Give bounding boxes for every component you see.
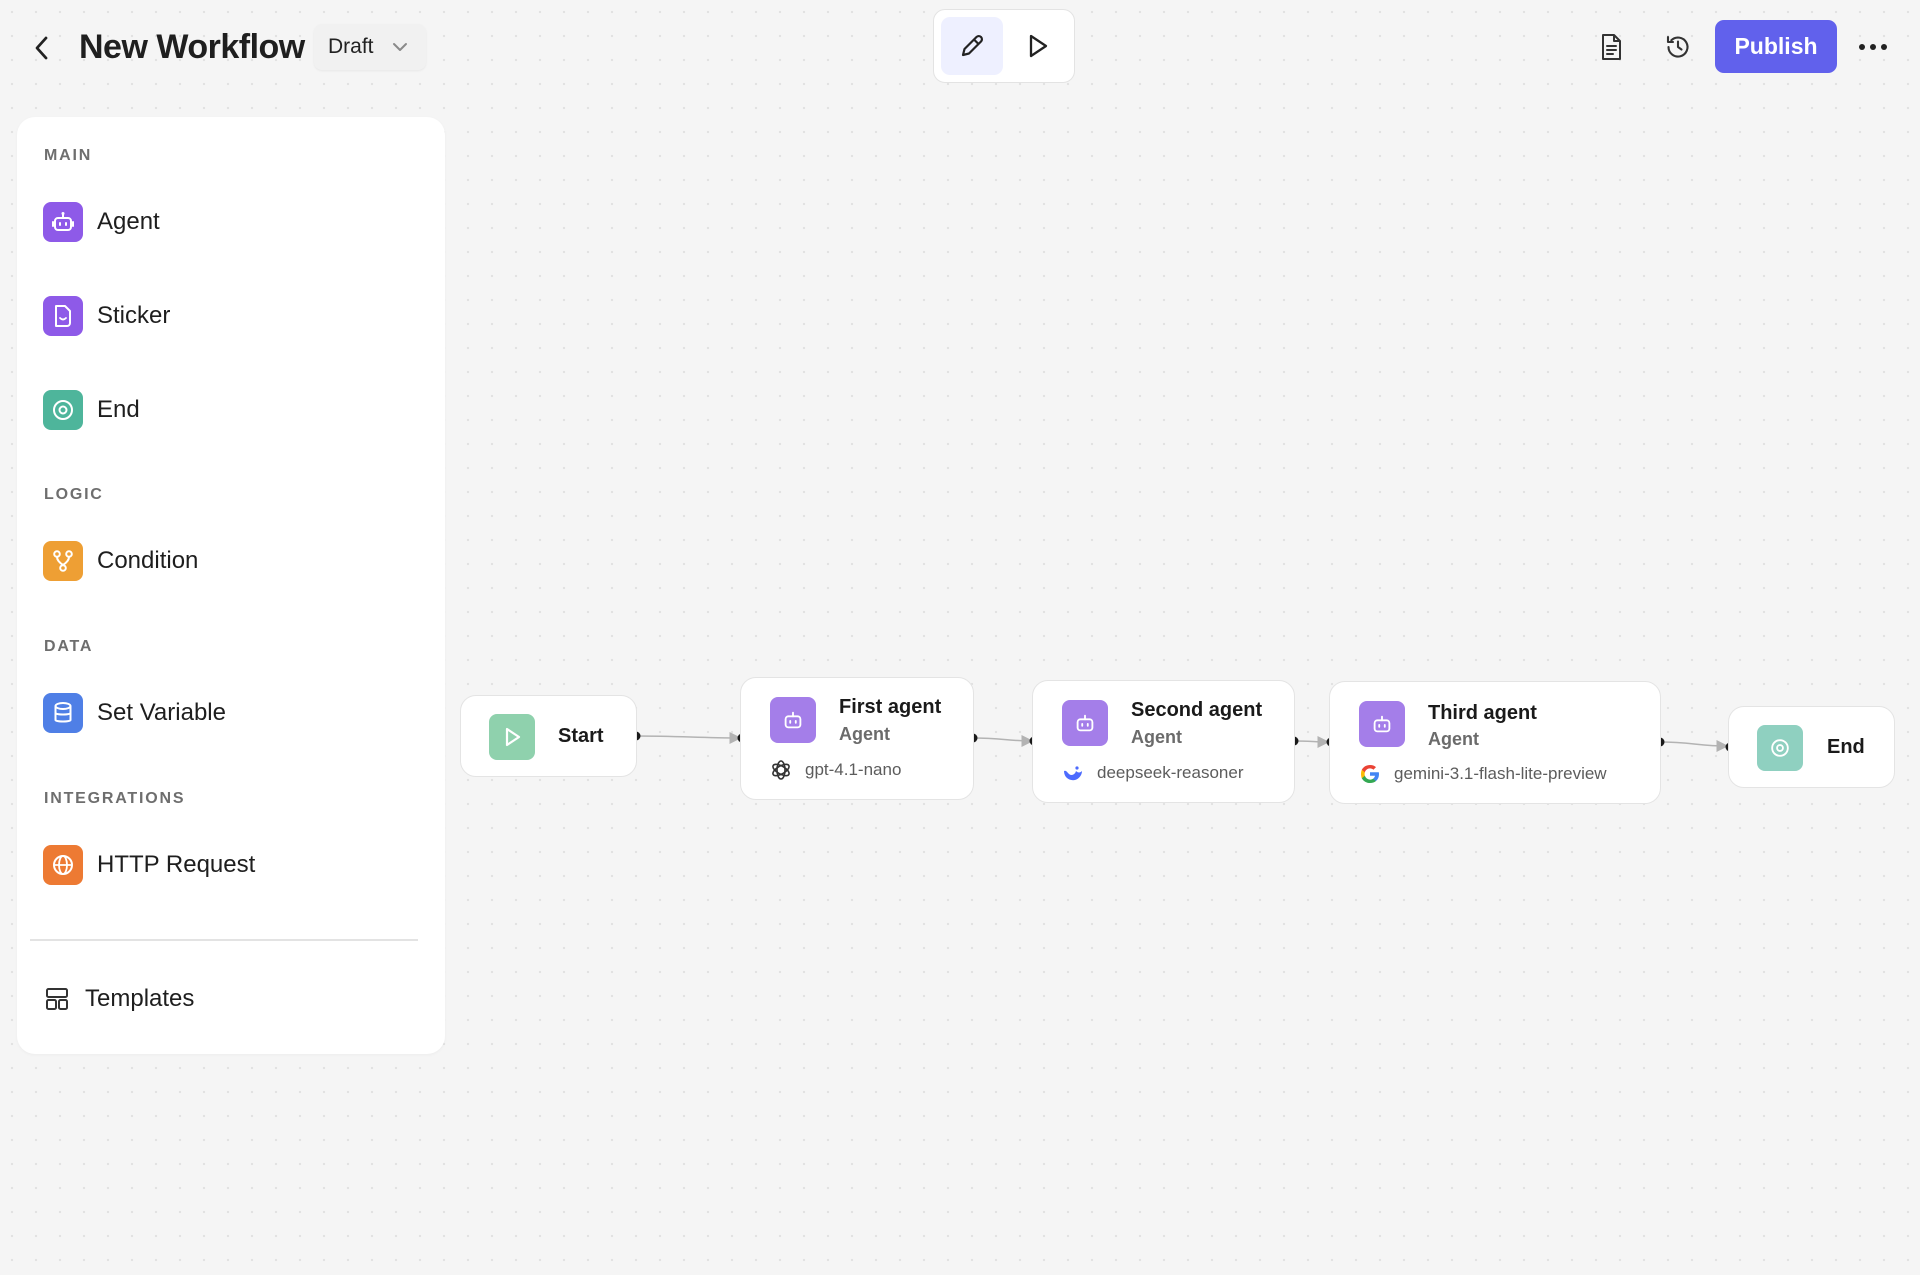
node-type: Agent [1131, 727, 1182, 747]
workflow-node-agent[interactable]: First agent Agent gpt-4.1-nano [740, 677, 974, 800]
workflow-edges [631, 731, 1735, 752]
edge-agent2-agent3 [1293, 735, 1330, 748]
node-model: gpt-4.1-nano [805, 760, 902, 779]
node-model: gemini-3.1-flash-lite-preview [1394, 764, 1607, 783]
edge-start-agent1 [635, 731, 742, 744]
workflow-node-agent[interactable]: Third agent Agent gemini-3.1-flash-lite-… [1329, 681, 1661, 804]
node-model: deepseek-reasoner [1097, 763, 1244, 782]
edge-agent3-end [1659, 739, 1729, 752]
node-title: First agent [839, 696, 942, 718]
node-type: Agent [1428, 729, 1479, 749]
node-title: End [1827, 736, 1865, 758]
workflow-node-start[interactable]: Start [460, 695, 637, 777]
robot-icon [1359, 701, 1405, 747]
edge-agent1-agent2 [972, 734, 1034, 747]
deepseek-icon [1061, 761, 1085, 785]
google-icon [1358, 762, 1382, 786]
node-type: Agent [839, 724, 890, 744]
robot-icon [1062, 700, 1108, 746]
robot-icon [770, 697, 816, 743]
play-icon [489, 714, 535, 760]
workflow-node-agent[interactable]: Second agent Agent deepseek-reasoner [1032, 680, 1295, 803]
openai-icon [769, 758, 793, 782]
node-title: Start [558, 725, 604, 747]
workflow-node-end[interactable]: End [1728, 706, 1895, 788]
node-title: Second agent [1131, 699, 1263, 721]
node-title: Third agent [1428, 702, 1537, 724]
target-icon [1757, 725, 1803, 771]
